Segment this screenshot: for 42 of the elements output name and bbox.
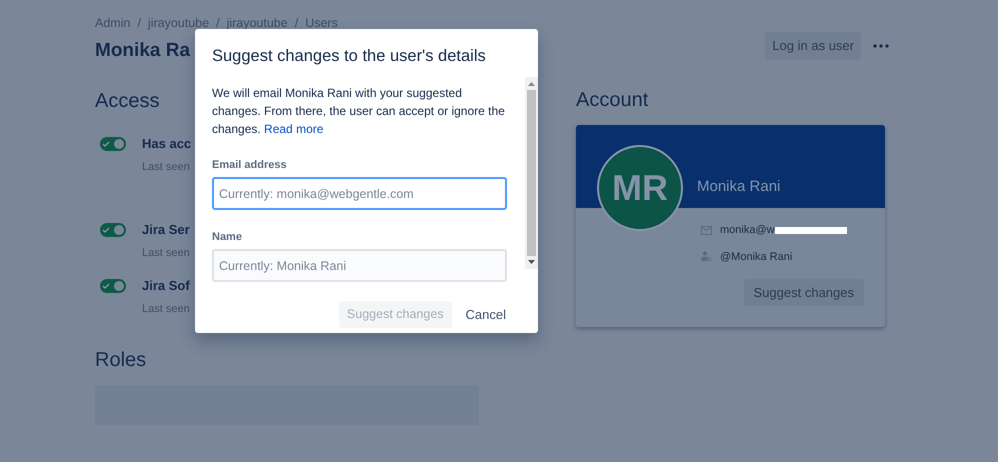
dialog-description: We will email Monika Rani with your suggested changes. From there, the user can accept or ignore the changes. Read more: [212, 85, 506, 138]
access-title: Has acc: [142, 134, 192, 153]
people-icon: [701, 251, 712, 262]
toggle-switch[interactable]: [100, 222, 126, 237]
check-icon: [102, 282, 110, 290]
account-name: Monika Rani: [697, 176, 780, 196]
suggest-changes-button[interactable]: Suggest changes: [744, 279, 864, 306]
breadcrumb-separator: /: [216, 15, 220, 32]
field-label: Email address: [212, 158, 288, 172]
account-email: monika@w: [720, 223, 775, 238]
last-seen-text: Last seen: [142, 160, 191, 176]
account-username: @Monika Rani: [720, 250, 792, 264]
last-seen-text: Last seen: [142, 302, 190, 318]
scroll-up-icon[interactable]: [528, 81, 535, 86]
check-icon: [102, 226, 110, 234]
mail-icon: [701, 226, 712, 235]
log-in-as-user-button[interactable]: Log in as user: [765, 32, 861, 60]
breadcrumb-link[interactable]: Admin: [95, 14, 130, 33]
access-title: Jira Sof: [142, 276, 190, 295]
last-seen-text: Last seen: [142, 246, 190, 262]
breadcrumb-link[interactable]: jirayoutube: [226, 14, 288, 33]
section-heading: Roles: [95, 348, 146, 373]
check-icon: [102, 140, 110, 148]
toggle-switch[interactable]: [100, 136, 126, 151]
section-heading: Access: [95, 88, 160, 114]
more-icon[interactable]: [873, 44, 889, 48]
toggle-switch[interactable]: [100, 278, 126, 293]
access-title: Jira Ser: [142, 220, 190, 239]
breadcrumb-link[interactable]: Users: [305, 14, 338, 33]
read-more-link[interactable]: Read more: [264, 122, 324, 136]
section-heading: Account: [576, 88, 648, 113]
input-field[interactable]: Currently: monika@webgentle.com: [212, 177, 507, 210]
scroll-down-icon[interactable]: [528, 260, 535, 265]
breadcrumb-separator: /: [294, 15, 298, 32]
breadcrumb-link[interactable]: jirayoutube: [148, 14, 210, 33]
breadcrumb-separator: /: [137, 15, 141, 32]
cancel-button[interactable]: Cancel: [464, 301, 507, 328]
scroll-thumb[interactable]: [527, 90, 536, 256]
field-label: Name: [212, 230, 243, 244]
page-title: Monika Ra: [95, 38, 191, 63]
scrollbar[interactable]: [525, 77, 538, 269]
dialog-title: Suggest changes to the user's details: [212, 46, 487, 67]
